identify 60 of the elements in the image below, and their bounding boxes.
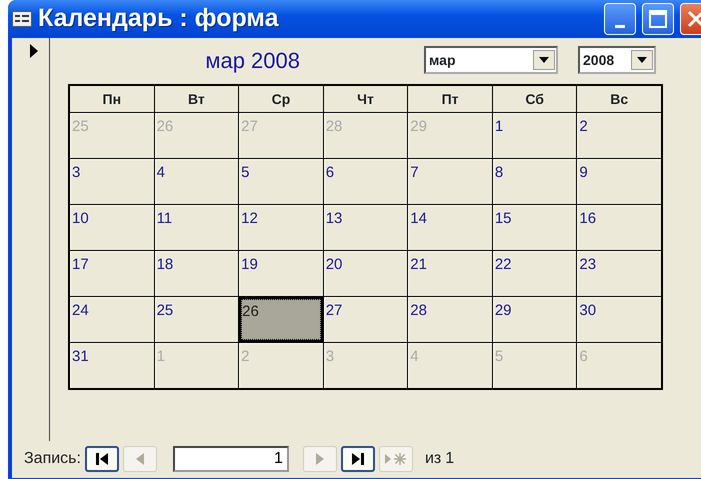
day-cell[interactable]: 1	[492, 113, 576, 158]
weekday-header: Пн	[70, 86, 154, 112]
day-cell[interactable]: 3	[70, 159, 154, 204]
day-cell[interactable]: 13	[324, 205, 408, 250]
month-caption: мар 2008	[204, 46, 300, 75]
weekday-header: Вс	[577, 86, 661, 112]
day-cell[interactable]: 5	[239, 159, 323, 204]
triangle-right-icon	[314, 452, 325, 466]
triangle-left-icon	[134, 452, 145, 466]
minimize-button[interactable]	[604, 3, 636, 35]
day-cell[interactable]: 2	[577, 113, 661, 158]
day-cell[interactable]: 28	[408, 297, 492, 342]
day-cell[interactable]: 15	[492, 205, 576, 250]
day-cell[interactable]: 14	[408, 205, 492, 250]
record-label: Запись:	[24, 449, 81, 469]
day-cell[interactable]: 30	[577, 297, 661, 342]
weekday-header: Сб	[492, 86, 576, 112]
day-cell[interactable]: 11	[154, 205, 238, 250]
day-cell[interactable]: 26	[239, 297, 323, 342]
day-cell[interactable]: 16	[577, 205, 661, 250]
day-cell[interactable]: 19	[239, 251, 323, 296]
weekday-header: Ср	[239, 86, 323, 112]
day-cell[interactable]: 23	[577, 251, 661, 296]
month-combo[interactable]: мар	[424, 46, 558, 74]
day-cell[interactable]: 22	[492, 251, 576, 296]
day-cell[interactable]: 31	[70, 343, 154, 388]
close-icon	[686, 9, 701, 29]
weekday-header: Чт	[324, 86, 408, 112]
day-cell[interactable]: 17	[70, 251, 154, 296]
day-cell[interactable]: 29	[492, 297, 576, 342]
day-cell[interactable]: 27	[324, 297, 408, 342]
maximize-button[interactable]	[642, 3, 674, 35]
form-icon	[12, 11, 32, 27]
year-combo[interactable]: 2008	[578, 46, 656, 74]
day-cell[interactable]: 24	[70, 297, 154, 342]
record-pointer-icon	[30, 44, 38, 58]
skip-last-icon	[350, 452, 365, 466]
first-record-button[interactable]	[84, 446, 119, 472]
skip-first-icon	[94, 452, 109, 466]
maximize-icon	[648, 9, 668, 29]
day-cell[interactable]: 10	[70, 205, 154, 250]
last-record-button[interactable]	[340, 446, 375, 472]
day-cell[interactable]: 12	[239, 205, 323, 250]
day-cell[interactable]: 7	[408, 159, 492, 204]
record-number-field[interactable]: 1	[172, 446, 289, 472]
day-cell[interactable]: 8	[492, 159, 576, 204]
weekday-header: Пт	[408, 86, 492, 112]
record-count: 1	[445, 449, 454, 469]
day-cell[interactable]: 6	[324, 159, 408, 204]
day-cell[interactable]: 9	[577, 159, 661, 204]
minimize-icon	[615, 24, 625, 28]
day-cell[interactable]: 4	[154, 159, 238, 204]
window-title: Календарь : форма	[38, 3, 278, 34]
day-cell[interactable]: 25	[154, 297, 238, 342]
new-record-icon	[384, 452, 408, 466]
day-cell[interactable]: 21	[408, 251, 492, 296]
day-cell[interactable]: 20	[324, 251, 408, 296]
day-cell[interactable]: 18	[154, 251, 238, 296]
record-count-label: из	[424, 449, 442, 469]
weekday-header: Вт	[154, 86, 238, 112]
